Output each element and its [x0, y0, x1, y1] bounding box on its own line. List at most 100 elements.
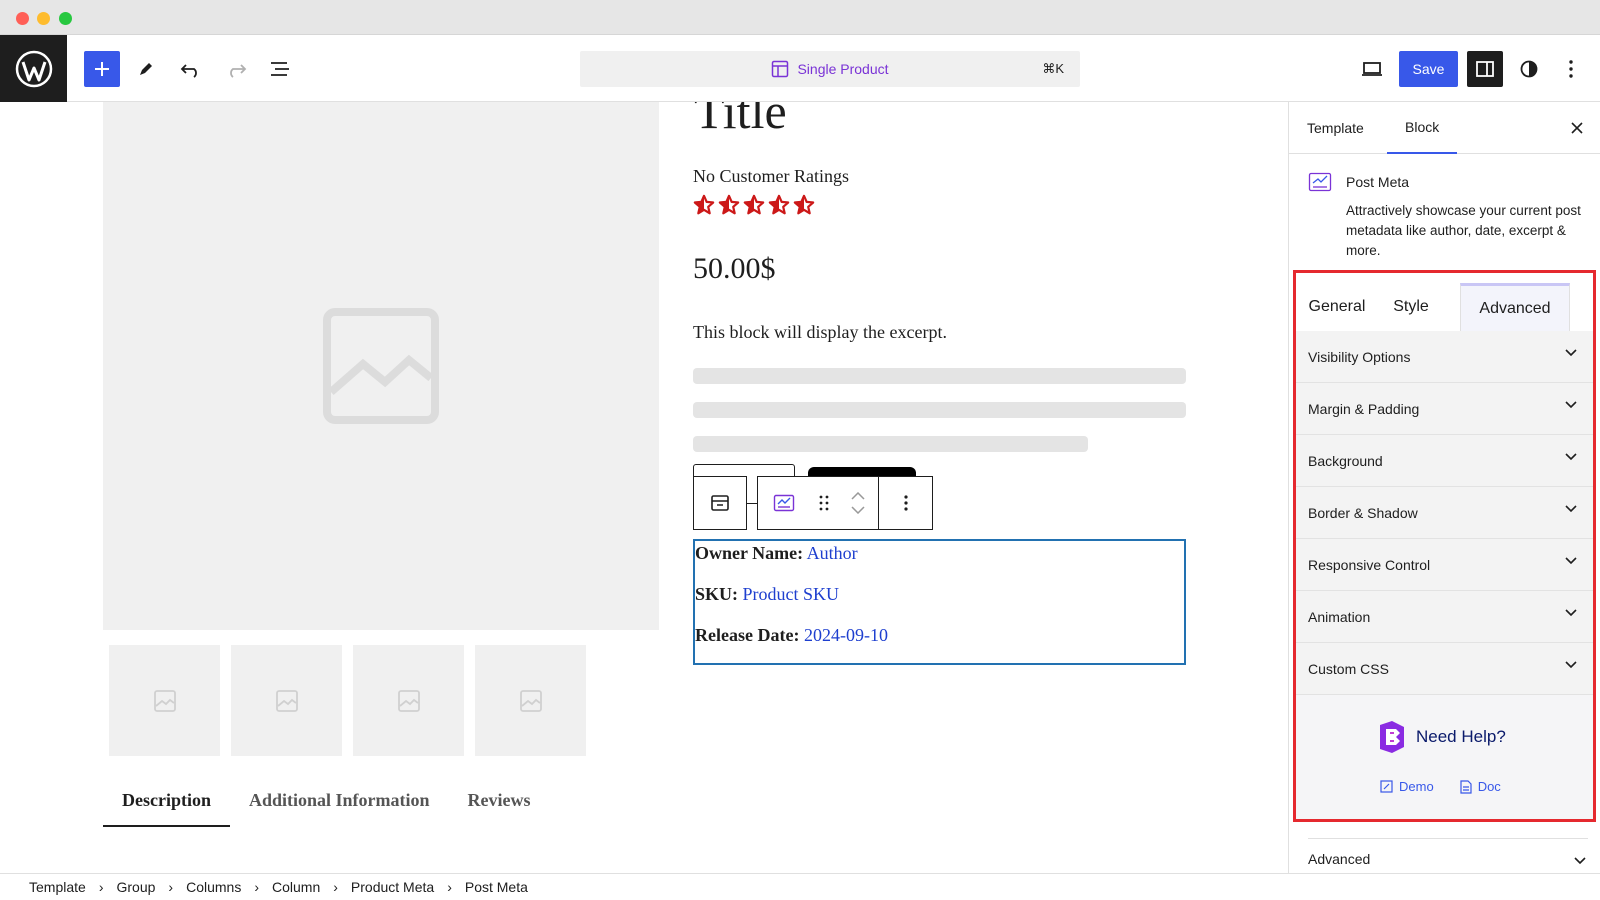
parent-block-button[interactable] — [694, 477, 746, 529]
image-placeholder-icon — [153, 689, 176, 712]
chevron-down-icon — [1565, 453, 1577, 461]
star-icon — [768, 194, 790, 215]
block-controls — [757, 476, 933, 530]
tab-block[interactable]: Block — [1387, 102, 1458, 154]
chevron-right-icon: › — [333, 879, 338, 895]
drag-handle[interactable] — [810, 477, 838, 529]
accordion-label: Responsive Control — [1308, 556, 1431, 573]
options-menu-button[interactable] — [1556, 51, 1586, 87]
image-placeholder-icon — [275, 689, 298, 712]
chevron-right-icon: › — [98, 879, 104, 895]
template-icon — [772, 60, 789, 78]
parent-block-selector[interactable] — [693, 476, 747, 530]
save-button[interactable]: Save — [1399, 51, 1458, 87]
document-overview-button[interactable] — [262, 51, 298, 87]
product-image-placeholder[interactable] — [103, 102, 659, 630]
accordion-custom-css[interactable]: Custom CSS — [1296, 643, 1593, 695]
breadcrumb-item[interactable]: Column — [272, 879, 320, 895]
undo-icon — [180, 64, 197, 78]
meta-row-sku: SKU: Product SKU — [695, 584, 839, 605]
advanced-section-label: Advanced — [1308, 851, 1371, 867]
accordion-background[interactable]: Background — [1296, 435, 1593, 487]
preview-button[interactable] — [1354, 51, 1390, 87]
chevron-down-icon — [1565, 505, 1577, 513]
meta-value[interactable]: Author — [807, 543, 858, 563]
post-meta-icon — [773, 494, 795, 512]
chevron-right-icon: › — [254, 879, 259, 895]
styles-button[interactable] — [1511, 51, 1547, 87]
post-meta-icon — [1308, 172, 1332, 192]
meta-value[interactable]: Product SKU — [743, 584, 840, 604]
star-icon — [718, 194, 740, 215]
star-icon — [793, 194, 815, 215]
skeleton-line — [693, 402, 1186, 418]
ratings-text: No Customer Ratings — [693, 166, 849, 186]
breadcrumb-item[interactable]: Product Meta — [351, 879, 434, 895]
accordion-visibility-options[interactable]: Visibility Options — [1296, 331, 1593, 383]
tab-additional-information[interactable]: Additional Information — [230, 790, 449, 827]
breadcrumb: Template › Group › Columns › Column › Pr… — [0, 873, 1600, 900]
move-buttons[interactable] — [838, 477, 878, 529]
chevron-up-icon[interactable] — [851, 492, 865, 500]
breadcrumb-item[interactable]: Columns — [186, 879, 241, 895]
gallery-thumbnail[interactable] — [231, 645, 342, 756]
chevron-down-icon — [1565, 401, 1577, 409]
gallery-thumbnail[interactable] — [475, 645, 586, 756]
demo-link-label: Demo — [1399, 779, 1434, 794]
tab-description[interactable]: Description — [103, 790, 230, 827]
sidebar-tabs: Template Block — [1289, 102, 1600, 154]
gallery-thumbnail[interactable] — [109, 645, 220, 756]
window-titlebar — [0, 0, 1600, 35]
desktop-icon — [1362, 62, 1382, 76]
breadcrumb-item[interactable]: Post Meta — [465, 879, 528, 895]
maximize-window-button[interactable] — [59, 12, 72, 25]
wordpress-logo[interactable] — [0, 35, 67, 102]
skeleton-line — [693, 436, 1088, 452]
chevron-down-icon[interactable] — [851, 506, 865, 514]
block-type-button[interactable] — [758, 477, 810, 529]
undo-button[interactable] — [173, 51, 209, 87]
demo-link[interactable]: Demo — [1380, 779, 1434, 794]
product-tabs: Description Additional Information Revie… — [103, 790, 550, 827]
accordion-label: Visibility Options — [1308, 348, 1411, 365]
block-options-button[interactable] — [878, 477, 932, 529]
breadcrumb-item[interactable]: Template — [29, 879, 86, 895]
chevron-right-icon: › — [447, 879, 452, 895]
gallery-thumbnail[interactable] — [353, 645, 464, 756]
star-icon — [693, 194, 715, 215]
post-meta-block[interactable]: Owner Name: Author SKU: Product SKU Rele… — [693, 539, 1186, 665]
accordion-border-shadow[interactable]: Border & Shadow — [1296, 487, 1593, 539]
help-box: Need Help? Demo Doc — [1296, 695, 1593, 819]
chevron-down-icon — [1565, 609, 1577, 617]
sidebar-icon — [1476, 61, 1494, 77]
product-excerpt[interactable]: This block will display the excerpt. — [693, 322, 947, 343]
tab-template[interactable]: Template — [1289, 102, 1382, 154]
tab-advanced[interactable]: Advanced — [1460, 283, 1570, 331]
image-placeholder-icon — [397, 689, 420, 712]
breadcrumb-item[interactable]: Group — [116, 879, 155, 895]
accordion-margin-padding[interactable]: Margin & Padding — [1296, 383, 1593, 435]
redo-button[interactable] — [218, 51, 254, 87]
accordion-responsive-control[interactable]: Responsive Control — [1296, 539, 1593, 591]
accordion-label: Animation — [1308, 608, 1371, 625]
tab-style[interactable]: Style — [1386, 283, 1436, 331]
chevron-down-icon — [1565, 661, 1577, 669]
minimize-window-button[interactable] — [37, 12, 50, 25]
advanced-section-toggle[interactable]: Advanced — [1308, 838, 1588, 867]
tab-general[interactable]: General — [1306, 283, 1368, 331]
add-block-button[interactable] — [84, 51, 120, 87]
close-window-button[interactable] — [16, 12, 29, 25]
edit-tool-button[interactable] — [128, 51, 164, 87]
meta-label: Release Date: — [695, 625, 800, 645]
settings-toggle-button[interactable] — [1467, 51, 1503, 87]
doc-link[interactable]: Doc — [1460, 779, 1501, 794]
editor-header: Single Product ⌘K Save — [0, 35, 1600, 102]
product-title[interactable]: Title — [694, 102, 787, 140]
tab-reviews[interactable]: Reviews — [449, 790, 550, 827]
more-vertical-icon — [1569, 60, 1573, 78]
accordion-animation[interactable]: Animation — [1296, 591, 1593, 643]
meta-value[interactable]: 2024-09-10 — [804, 625, 888, 645]
close-sidebar-button[interactable] — [1567, 118, 1587, 138]
product-price[interactable]: 50.00$ — [693, 252, 776, 286]
command-palette-bar[interactable]: Single Product ⌘K — [580, 51, 1080, 87]
